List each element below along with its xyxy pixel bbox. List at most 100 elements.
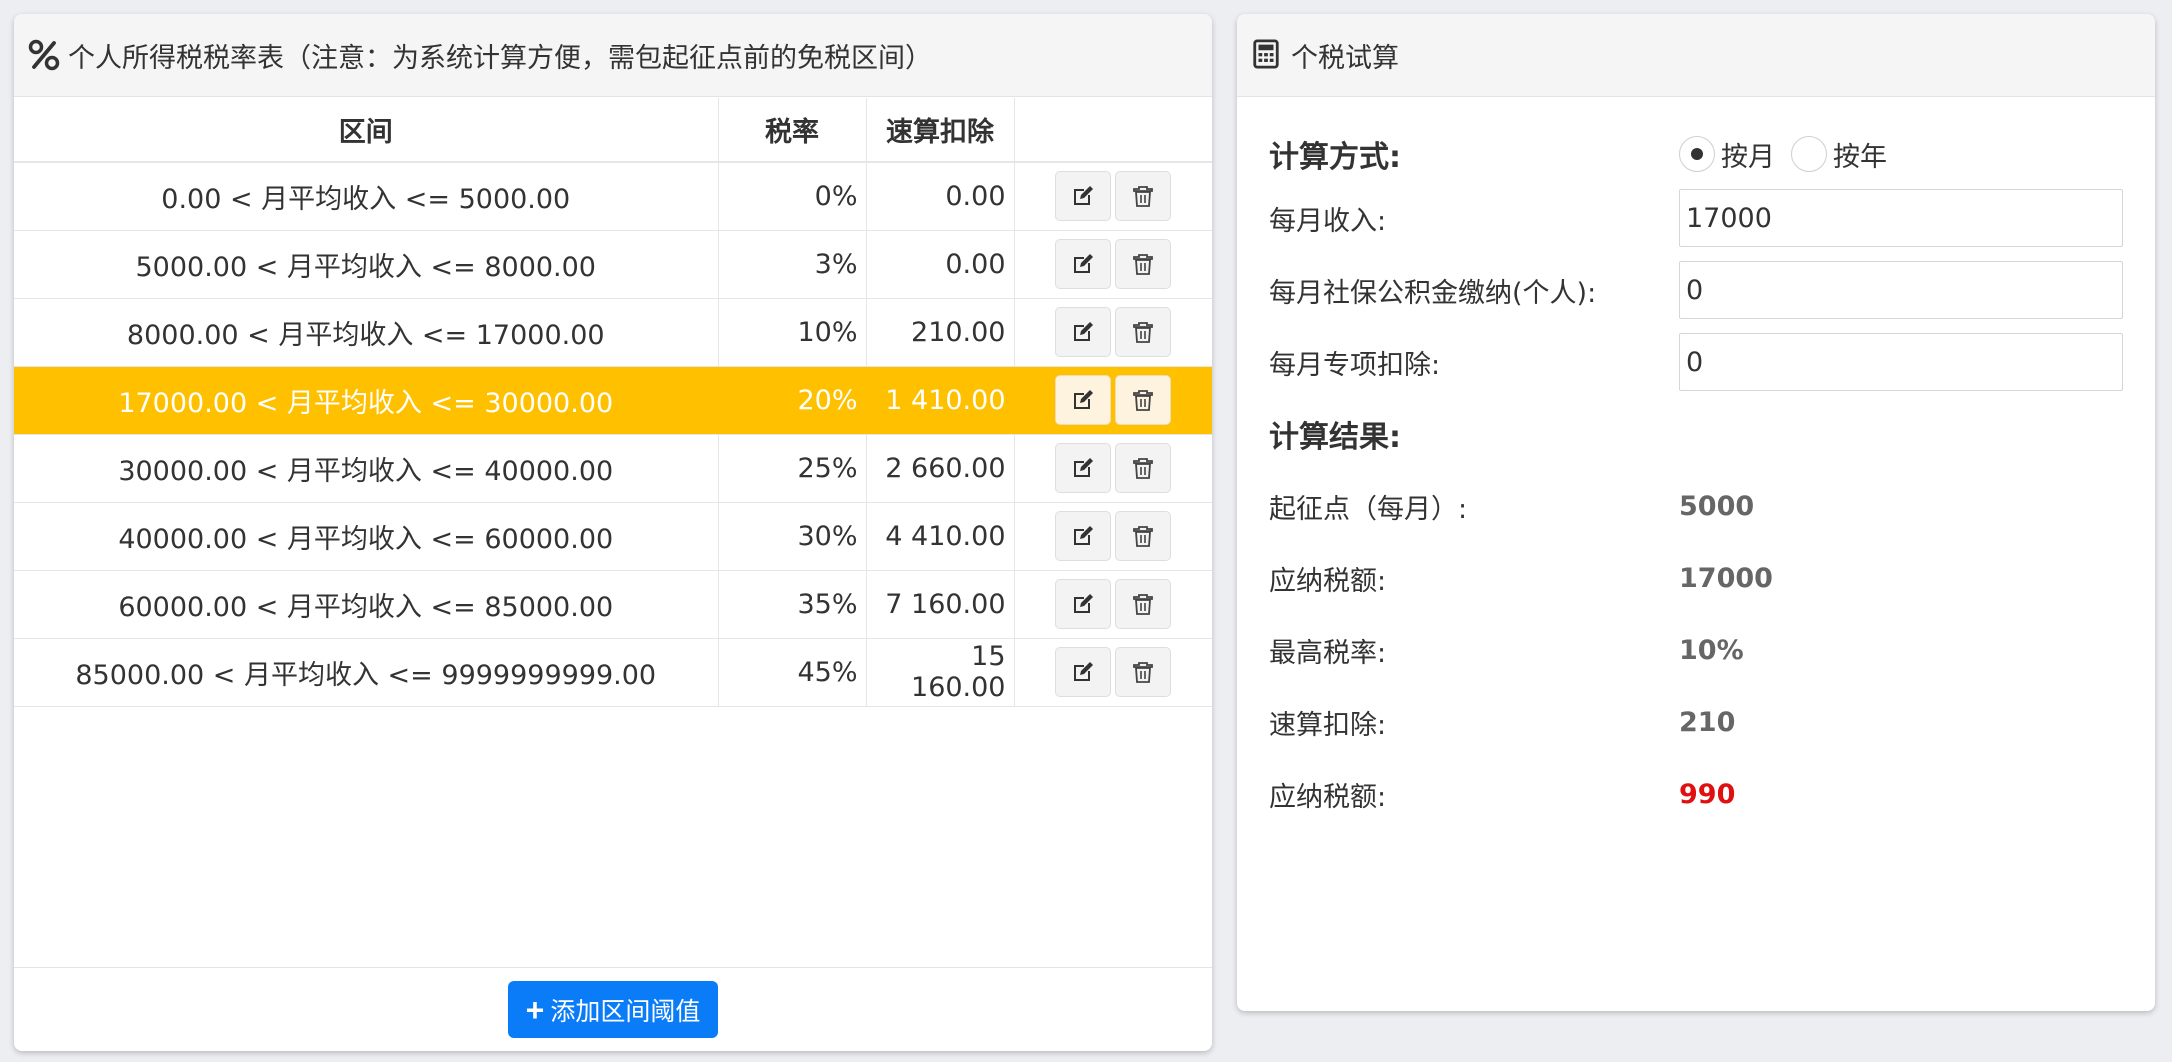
radio-yearly[interactable]	[1791, 136, 1827, 172]
delete-button[interactable]	[1115, 239, 1172, 289]
rate-cell: 10%	[718, 298, 867, 367]
delete-button[interactable]	[1115, 171, 1172, 222]
trash-icon	[1131, 320, 1155, 344]
delete-button[interactable]	[1115, 307, 1172, 357]
edit-button[interactable]	[1055, 239, 1112, 289]
monthly-income-row: 每月收入:	[1269, 188, 2129, 248]
quick-deduction-cell: 210.00	[866, 298, 1015, 367]
rate-cell: 20%	[718, 366, 867, 435]
table-row[interactable]: 0.00 < 月平均收入 <= 5000.00 0% 0.00	[14, 162, 1212, 231]
monthly-income-input[interactable]	[1679, 189, 2123, 247]
rate-cell: 35%	[718, 570, 867, 639]
edit-button[interactable]	[1055, 511, 1112, 561]
calc-method-radio-group: 按月 按年	[1679, 135, 1903, 174]
delete-button[interactable]	[1115, 511, 1172, 561]
tax-rate-panel: 个人所得税税率表（注意：为系统计算方便，需包起征点前的免税区间） 区间 税率 速…	[14, 14, 1212, 1051]
radio-monthly-label[interactable]: 按月	[1721, 135, 1775, 174]
trash-icon	[1131, 592, 1155, 616]
column-header-range: 区间	[14, 98, 719, 163]
threshold-value: 5000	[1679, 490, 1755, 522]
quick-deduction-cell: 4 410.00	[866, 502, 1015, 571]
actions-cell	[1014, 162, 1212, 231]
actions-cell	[1014, 638, 1212, 707]
actions-cell	[1014, 366, 1212, 435]
radio-yearly-label[interactable]: 按年	[1833, 135, 1887, 174]
edit-button[interactable]	[1055, 375, 1112, 425]
taxable-income-value: 17000	[1679, 562, 1773, 594]
edit-button[interactable]	[1055, 647, 1112, 697]
rate-cell: 45%	[718, 638, 867, 707]
range-cell: 8000.00 < 月平均收入 <= 17000.00	[14, 298, 719, 367]
trash-icon	[1131, 252, 1155, 276]
edit-icon	[1071, 592, 1095, 616]
range-cell: 40000.00 < 月平均收入 <= 60000.00	[14, 502, 719, 571]
tax-calculator-panel-header: 个税试算	[1237, 14, 2155, 97]
edit-icon	[1071, 456, 1095, 480]
percent-icon	[28, 39, 60, 71]
edit-button[interactable]	[1055, 443, 1112, 493]
add-threshold-label: 添加区间阈值	[550, 997, 701, 1026]
range-cell: 17000.00 < 月平均收入 <= 30000.00	[14, 366, 719, 435]
edit-button[interactable]	[1055, 171, 1112, 222]
table-row[interactable]: 85000.00 < 月平均收入 <= 9999999999.00 45% 15 1…	[14, 638, 1212, 707]
delete-button[interactable]	[1115, 375, 1172, 425]
delete-button[interactable]	[1115, 443, 1172, 493]
quick-deduction-value: 210	[1679, 706, 1736, 738]
actions-cell	[1014, 434, 1212, 503]
trash-icon	[1131, 456, 1155, 480]
column-header-actions	[1014, 98, 1212, 163]
tax-rate-table: 区间 税率 速算扣除 0.00 < 月平均收入 <= 5000.00 0% 0.00…	[14, 98, 1212, 707]
delete-button[interactable]	[1115, 647, 1172, 697]
max-rate-label: 最高税率:	[1269, 637, 1387, 669]
table-row[interactable]: 8000.00 < 月平均收入 <= 17000.00 10% 210.00	[14, 298, 1212, 367]
quick-deduction-cell: 15 160.00	[866, 638, 1015, 707]
trash-icon	[1131, 524, 1155, 548]
edit-icon	[1071, 184, 1095, 208]
calc-method-row: 计算方式: 按月 按年	[1269, 124, 2129, 184]
special-deduction-row: 每月专项扣除:	[1269, 332, 2129, 392]
table-row[interactable]: 60000.00 < 月平均收入 <= 85000.00 35% 7 160.00	[14, 570, 1212, 639]
tax-due-row: 应纳税额: 990	[1269, 764, 2129, 824]
table-row[interactable]: 30000.00 < 月平均收入 <= 40000.00 25% 2 660.00	[14, 434, 1212, 503]
special-deduction-input[interactable]	[1679, 333, 2123, 391]
tax-due-value: 990	[1679, 778, 1736, 810]
range-cell: 60000.00 < 月平均收入 <= 85000.00	[14, 570, 719, 639]
table-header-row: 区间 税率 速算扣除	[14, 98, 1212, 163]
social-fund-row: 每月社保公积金缴纳(个人):	[1269, 260, 2129, 320]
taxable-income-row: 应纳税额: 17000	[1269, 548, 2129, 608]
special-deduction-label: 每月专项扣除:	[1269, 349, 1441, 381]
max-rate-row: 最高税率: 10%	[1269, 620, 2129, 680]
trash-icon	[1131, 388, 1155, 412]
quick-deduction-row: 速算扣除: 210	[1269, 692, 2129, 752]
edit-button[interactable]	[1055, 579, 1112, 629]
edit-icon	[1071, 252, 1095, 276]
edit-icon	[1071, 388, 1095, 412]
tax-rate-panel-title: 个人所得税税率表（注意：为系统计算方便，需包起征点前的免税区间）	[68, 42, 932, 74]
edit-button[interactable]	[1055, 307, 1112, 357]
table-footer: + 添加区间阈值	[14, 967, 1212, 1051]
delete-button[interactable]	[1115, 579, 1172, 629]
table-row[interactable]: 40000.00 < 月平均收入 <= 60000.00 30% 4 410.00	[14, 502, 1212, 571]
quick-deduction-cell: 0.00	[866, 162, 1015, 231]
trash-icon	[1131, 184, 1155, 208]
rate-cell: 3%	[718, 230, 867, 299]
range-cell: 85000.00 < 月平均收入 <= 9999999999.00	[14, 638, 719, 707]
actions-cell	[1014, 230, 1212, 299]
actions-cell	[1014, 570, 1212, 639]
tax-calculator-panel-title: 个税试算	[1291, 42, 1399, 74]
social-fund-input[interactable]	[1679, 261, 2123, 319]
edit-icon	[1071, 660, 1095, 684]
range-cell: 30000.00 < 月平均收入 <= 40000.00	[14, 434, 719, 503]
calc-method-label: 计算方式:	[1269, 140, 1401, 175]
range-cell: 5000.00 < 月平均收入 <= 8000.00	[14, 230, 719, 299]
edit-icon	[1071, 320, 1095, 344]
monthly-income-label: 每月收入:	[1269, 205, 1387, 237]
table-row[interactable]: 5000.00 < 月平均收入 <= 8000.00 3% 0.00	[14, 230, 1212, 299]
add-threshold-button[interactable]: + 添加区间阈值	[508, 981, 718, 1038]
rate-cell: 25%	[718, 434, 867, 503]
table-row[interactable]: 17000.00 < 月平均收入 <= 30000.00 20% 1 410.00	[14, 366, 1212, 435]
plus-icon: +	[525, 991, 545, 1028]
threshold-row: 起征点（每月）: 5000	[1269, 476, 2129, 536]
radio-monthly[interactable]	[1679, 136, 1715, 172]
rate-cell: 0%	[718, 162, 867, 231]
